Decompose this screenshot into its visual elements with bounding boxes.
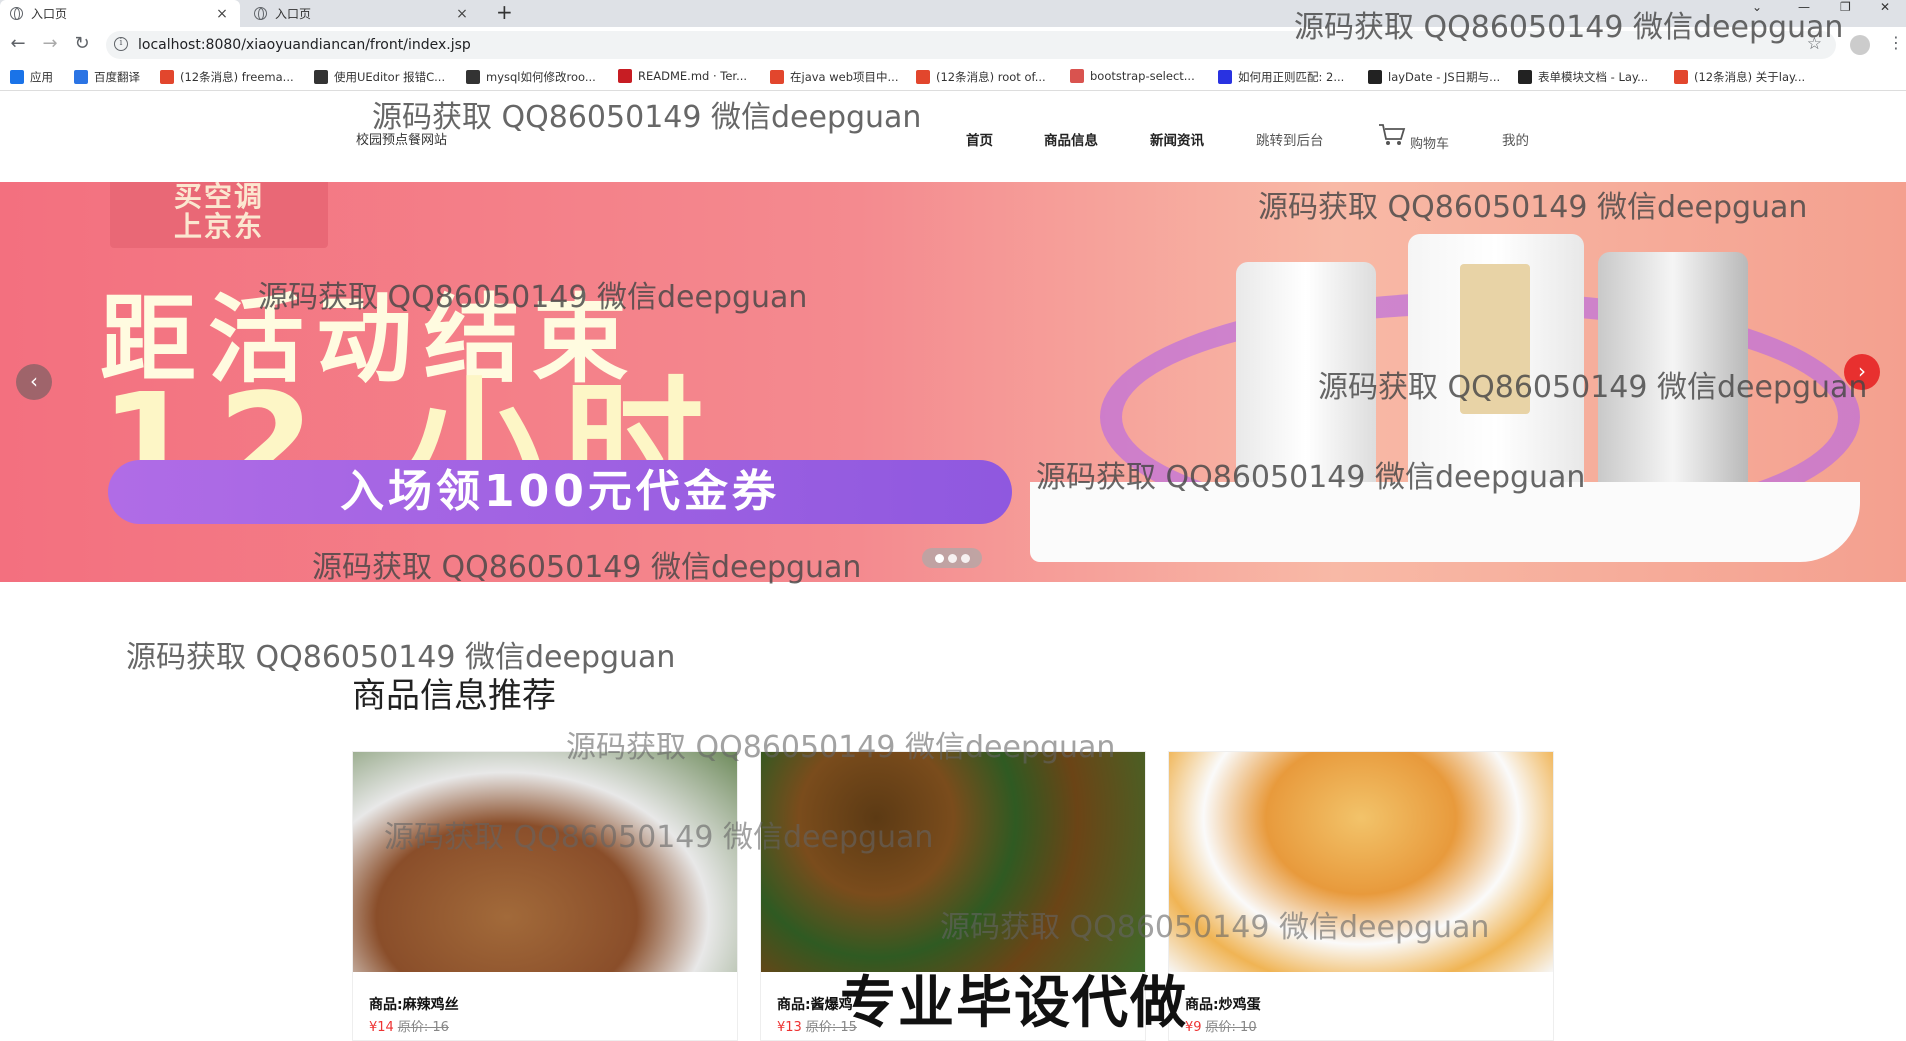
browser-menu-icon[interactable]: ⋮ — [1888, 33, 1904, 52]
bookmark-item[interactable]: README.md · Ter... — [618, 69, 747, 83]
bookmark-item[interactable]: bootstrap-select... — [1070, 69, 1195, 83]
nav-admin[interactable]: 跳转到后台 — [1256, 129, 1324, 149]
bookmark-item[interactable]: 表单模块文档 - Lay... — [1518, 69, 1648, 85]
baidu-translate-icon — [74, 70, 88, 84]
promo-tag-line: 买空调 — [173, 182, 264, 213]
bookmark-item[interactable]: 百度翻译 — [74, 69, 140, 85]
bookmark-label: bootstrap-select... — [1090, 69, 1195, 83]
promo-tag: 买空调 上京东 — [110, 182, 328, 248]
gitee-icon — [618, 69, 632, 83]
bookmark-icon — [466, 70, 480, 84]
bookmark-item[interactable]: layDate - JS日期与... — [1368, 69, 1500, 85]
bookmark-item[interactable]: mysql如何修改roo... — [466, 69, 596, 85]
carousel-dot[interactable] — [934, 553, 944, 563]
nav-products[interactable]: 商品信息 — [1044, 129, 1098, 149]
product-image[interactable] — [1169, 752, 1553, 972]
profile-avatar[interactable] — [1850, 35, 1870, 55]
product-card[interactable]: 商品:麻辣鸡丝 ¥14 原价: 16 — [352, 751, 738, 1041]
address-bar[interactable]: i localhost:8080/xiaoyuandiancan/front/i… — [106, 31, 1836, 59]
globe-icon — [254, 7, 267, 20]
carousel-dot[interactable] — [947, 553, 957, 563]
bookmark-label: README.md · Ter... — [638, 69, 748, 83]
product-name[interactable]: 商品:麻辣鸡丝 — [369, 994, 459, 1014]
bookmark-label: 表单模块文档 - Lay... — [1538, 70, 1649, 84]
tab-active[interactable]: 入口页 × — [0, 0, 240, 27]
bookmark-icon — [314, 70, 328, 84]
bookmark-label: 使用UEditor 报错C... — [334, 70, 446, 84]
tab-search-icon[interactable]: ⌄ — [1752, 0, 1762, 20]
close-window-icon[interactable]: ✕ — [1880, 0, 1890, 20]
bookmark-star-icon[interactable]: ☆ — [1807, 34, 1822, 54]
nav-news[interactable]: 新闻资讯 — [1150, 129, 1204, 149]
bookmark-label: 在java web项目中... — [790, 70, 899, 84]
product-image[interactable] — [761, 752, 1145, 972]
bookmark-label: 如何用正则匹配: 2... — [1238, 70, 1345, 84]
bookmark-item[interactable]: 使用UEditor 报错C... — [314, 69, 445, 85]
carousel-indicators — [922, 548, 982, 568]
tab-title: 入口页 — [31, 7, 68, 21]
close-tab-icon[interactable]: × — [454, 6, 470, 22]
product-name[interactable]: 商品:炒鸡蛋 — [1185, 994, 1261, 1014]
site-info-icon[interactable]: i — [114, 37, 128, 51]
new-tab-button[interactable]: + — [496, 0, 513, 27]
cnblogs-icon — [1070, 69, 1084, 83]
bookmark-label: layDate - JS日期与... — [1388, 70, 1501, 84]
tab-strip: 入口页 × 入口页 × + ⌄ — ❐ ✕ — [0, 0, 1906, 27]
tab-title: 入口页 — [275, 7, 312, 21]
bookmark-label: (12条消息) root of... — [936, 70, 1046, 84]
browser-window: 入口页 × 入口页 × + ⌄ — ❐ ✕ ← → ↻ i localhost:… — [0, 0, 1906, 1041]
browser-toolbar: ← → ↻ i localhost:8080/xiaoyuandiancan/f… — [0, 27, 1906, 63]
site-logo[interactable]: 校园预点餐网站 — [356, 129, 447, 148]
csdn-icon — [1674, 70, 1688, 84]
restore-icon[interactable]: ❐ — [1840, 0, 1851, 20]
coupon-badge: 入场领100元代金券 — [108, 460, 1012, 524]
nav-home[interactable]: 首页 — [966, 129, 993, 149]
bookmark-label: 应用 — [30, 70, 53, 84]
product-price: ¥9 原价: 10 — [1185, 1016, 1257, 1035]
bookmark-item[interactable]: (12条消息) 关于lay... — [1674, 69, 1805, 85]
apps-grid-icon — [10, 70, 24, 84]
cart-icon[interactable] — [1378, 123, 1406, 147]
air-conditioner-image — [1030, 482, 1860, 562]
product-price: ¥14 原价: 16 — [369, 1016, 449, 1035]
csdn-icon — [916, 70, 930, 84]
product-card[interactable]: 商品:炒鸡蛋 ¥9 原价: 10 — [1168, 751, 1554, 1041]
forward-icon[interactable]: → — [38, 33, 62, 54]
bookmark-item[interactable]: 如何用正则匹配: 2... — [1218, 69, 1344, 85]
carousel-next-button[interactable]: › — [1844, 354, 1880, 390]
bookmark-label: (12条消息) freema... — [180, 70, 294, 84]
nav-mine[interactable]: 我的 — [1502, 129, 1529, 149]
product-image[interactable] — [353, 752, 737, 972]
bookmark-item[interactable]: 应用 — [10, 69, 53, 85]
bookmark-item[interactable]: (12条消息) freema... — [160, 69, 294, 85]
bookmark-item[interactable]: 在java web项目中... — [770, 69, 899, 85]
globe-icon — [10, 7, 23, 20]
tab-inactive[interactable]: 入口页 × — [244, 0, 480, 27]
banner-carousel[interactable]: 买空调 上京东 距活动结束 12 小时 入场领100元代金券 ‹ › — [0, 182, 1906, 582]
bookmark-item[interactable]: (12条消息) root of... — [916, 69, 1046, 85]
promo-caption: 专业毕设代做 — [840, 971, 1188, 1036]
bookmark-label: 百度翻译 — [94, 70, 140, 84]
url-text[interactable]: localhost:8080/xiaoyuandiancan/front/ind… — [138, 37, 471, 53]
promo-tag-line: 上京东 — [173, 210, 264, 243]
reload-icon[interactable]: ↻ — [70, 33, 94, 54]
layui-icon — [1518, 70, 1532, 84]
bookmark-label: (12条消息) 关于lay... — [1694, 70, 1806, 84]
site-header: 校园预点餐网站 首页 商品信息 新闻资讯 跳转到后台 购物车 我的 — [0, 91, 1906, 182]
section-title: 商品信息推荐 — [352, 676, 556, 716]
bookmark-label: mysql如何修改roo... — [486, 70, 596, 84]
baidu-paw-icon — [1218, 70, 1232, 84]
carousel-dot[interactable] — [960, 553, 970, 563]
csdn-icon — [160, 70, 174, 84]
minimize-icon[interactable]: — — [1798, 0, 1810, 20]
close-tab-icon[interactable]: × — [214, 6, 230, 22]
nav-cart[interactable]: 购物车 — [1410, 133, 1449, 152]
csdn-icon — [770, 70, 784, 84]
layui-icon — [1368, 70, 1382, 84]
carousel-prev-button[interactable]: ‹ — [16, 364, 52, 400]
bookmarks-bar: 应用 百度翻译 (12条消息) freema... 使用UEditor 报错C... m… — [0, 63, 1906, 91]
back-icon[interactable]: ← — [6, 33, 30, 54]
